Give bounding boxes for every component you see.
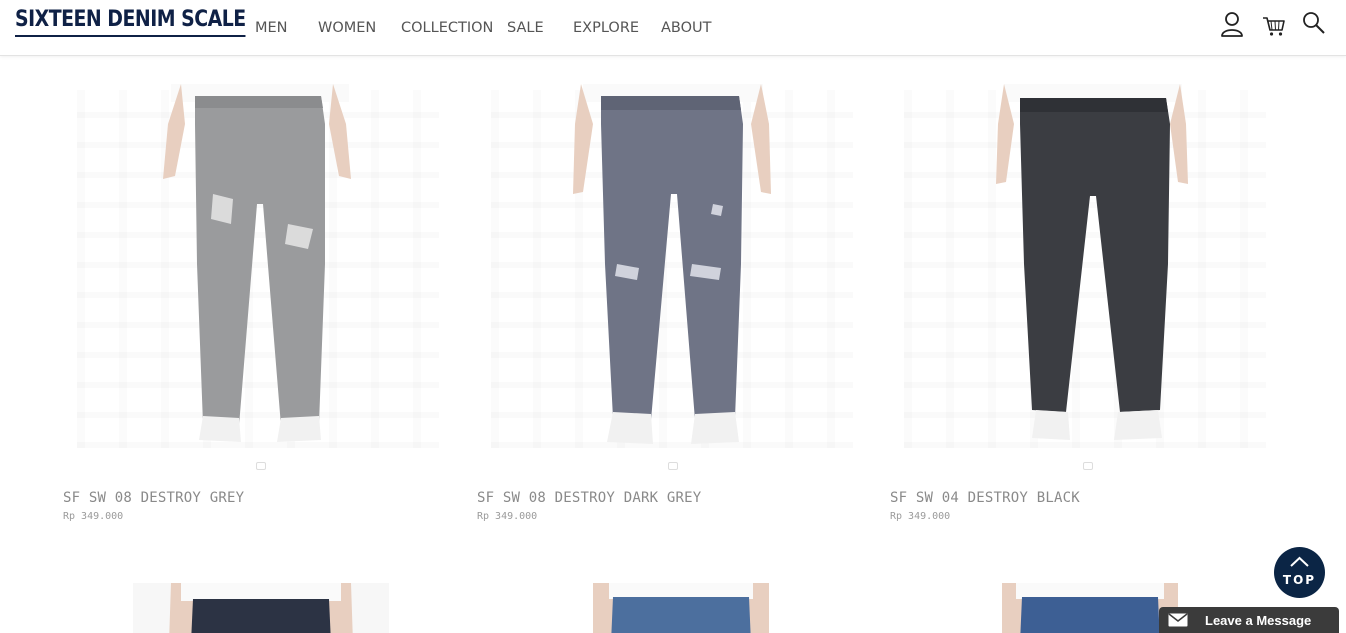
product-name[interactable]: SF SW 04 DESTROY BLACK: [890, 490, 1080, 506]
product-image[interactable]: [477, 84, 867, 454]
user-icon[interactable]: [1219, 10, 1245, 38]
jeans-illustration: [996, 84, 1188, 440]
product-image[interactable]: [133, 583, 389, 633]
jeans-illustration: [1002, 583, 1178, 633]
jeans-illustration: [593, 583, 769, 633]
chevron-up-icon: [1290, 556, 1309, 567]
leave-message-label: Leave a Message: [1205, 613, 1312, 628]
mail-icon: [1168, 613, 1188, 627]
carousel-dot[interactable]: [256, 462, 266, 470]
product-price: Rp 349.000: [63, 511, 124, 522]
back-to-top-button[interactable]: TOP: [1274, 547, 1325, 598]
nav-item-about[interactable]: ABOUT: [661, 20, 712, 36]
product-image[interactable]: [890, 84, 1280, 454]
nav-item-sale[interactable]: SALE: [507, 20, 544, 36]
product-name[interactable]: SF SW 08 DESTROY DARK GREY: [477, 490, 701, 506]
product-name[interactable]: SF SW 08 DESTROY GREY: [63, 490, 244, 506]
product-price: Rp 349.000: [890, 511, 951, 522]
jeans-illustration: [573, 84, 771, 444]
carousel-dot[interactable]: [668, 462, 678, 470]
nav-item-men[interactable]: MEN: [255, 20, 288, 36]
leave-message-widget[interactable]: Leave a Message: [1159, 607, 1339, 633]
nav-item-women[interactable]: WOMEN: [318, 20, 376, 36]
product-image[interactable]: [1002, 583, 1178, 633]
nav-item-collection[interactable]: COLLECTION: [401, 20, 493, 36]
brand-logo[interactable]: SIXTEEN DENIM SCALE: [15, 7, 246, 37]
back-to-top-label: TOP: [1282, 573, 1317, 587]
carousel-dot[interactable]: [1083, 462, 1093, 470]
search-icon[interactable]: [1301, 10, 1327, 38]
jeans-illustration: [133, 583, 389, 633]
site-header: SIXTEEN DENIM SCALE MEN WOMEN COLLECTION…: [0, 0, 1346, 56]
product-image[interactable]: [593, 583, 769, 633]
product-price: Rp 349.000: [477, 511, 538, 522]
jeans-illustration: [163, 84, 351, 442]
nav-item-explore[interactable]: EXPLORE: [573, 20, 639, 36]
cart-icon[interactable]: [1261, 10, 1287, 38]
product-image[interactable]: [63, 84, 453, 454]
